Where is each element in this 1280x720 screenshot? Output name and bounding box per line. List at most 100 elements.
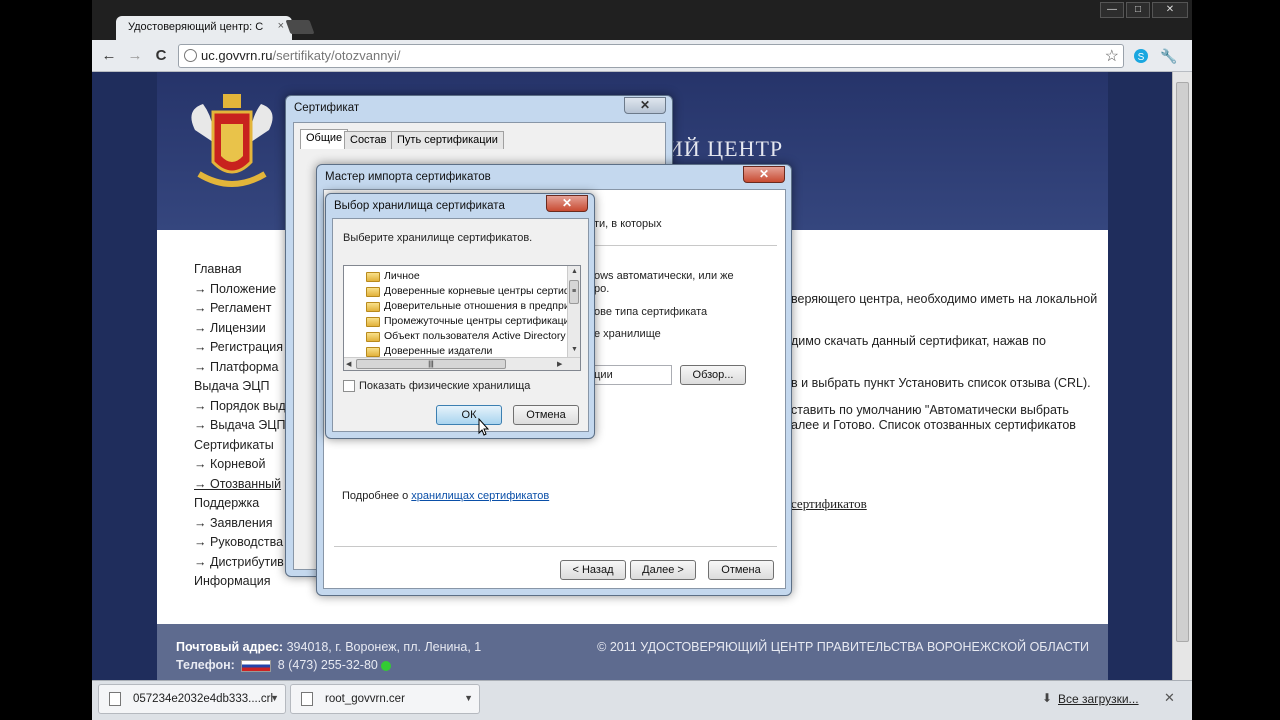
chevron-down-icon[interactable]: ▼ xyxy=(270,693,279,703)
nav-item[interactable]: Главная xyxy=(194,260,294,280)
tab-bar: Удостоверяющий центр: С × — □ ✕ xyxy=(92,0,1192,40)
all-downloads-link[interactable]: Все загрузки... xyxy=(1058,692,1139,706)
wizard-text: ows автоматически, или же xyxy=(594,270,734,282)
page-scrollbar-thumb[interactable] xyxy=(1176,82,1189,642)
nav-item[interactable]: Регламент xyxy=(194,299,294,319)
screen: Удостоверяющий центр: С × — □ ✕ ← → C uc… xyxy=(0,0,1280,720)
scroll-up-icon[interactable]: ▲ xyxy=(571,268,578,275)
wizard-text: е хранилище xyxy=(594,328,661,340)
more-info-text: Подробнее о хранилищах сертификатов xyxy=(342,490,549,502)
url-host: uc.govvrn.ru xyxy=(201,48,273,63)
scroll-down-icon[interactable]: ▼ xyxy=(571,346,578,353)
dialog-title: Сертификат xyxy=(294,102,360,114)
tree-horizontal-scrollbar[interactable]: ◀ ||| ▶ xyxy=(344,357,580,370)
store-field[interactable]: ации xyxy=(584,365,672,385)
content-line: в и выбрать пункт Установить список отзы… xyxy=(791,376,1091,390)
store-tree-item[interactable]: Объект пользователя Active Directory xyxy=(364,330,566,345)
content-line: ставить по умолчанию "Автоматически выбр… xyxy=(791,403,1069,417)
nav-item[interactable]: Порядок выд xyxy=(194,397,294,417)
star-icon[interactable]: ☆ xyxy=(1105,46,1119,66)
chevron-down-icon[interactable]: ▼ xyxy=(464,693,473,703)
nav-item[interactable]: Заявления xyxy=(194,514,294,534)
skype-icon[interactable]: S xyxy=(1132,48,1150,66)
nav-item[interactable]: Поддержка xyxy=(194,494,294,514)
close-icon[interactable]: ✕ xyxy=(546,195,588,212)
reload-icon[interactable]: C xyxy=(150,46,172,66)
store-tree-item-label: Объект пользователя Active Directory xyxy=(384,330,566,342)
nav-item[interactable]: Регистрация xyxy=(194,338,294,358)
store-tree-item[interactable]: Личное xyxy=(364,270,420,285)
russia-flag-icon xyxy=(241,659,272,672)
nav-item[interactable]: Сертификаты xyxy=(194,436,294,456)
download-arrow-icon: ⬇ xyxy=(1042,691,1053,705)
store-tree[interactable]: Личное Доверенные корневые центры сертиф Д… xyxy=(343,265,581,371)
close-icon[interactable]: ✕ xyxy=(743,166,785,183)
url-path: /sertifikaty/otozvannyi/ xyxy=(272,48,401,63)
address-label: Почтовый адрес: xyxy=(176,640,284,654)
dialog-title: Выбор хранилища сертификата xyxy=(334,200,505,212)
footer-address: Почтовый адрес: 394018, г. Воронеж, пл. … xyxy=(176,640,481,654)
nav-item[interactable]: Корневой xyxy=(194,455,294,475)
wizard-text: ове типа сертификата xyxy=(594,306,708,318)
nav-item[interactable]: Платформа xyxy=(194,358,294,378)
back-arrow-icon[interactable]: ← xyxy=(98,46,120,66)
phone-value[interactable]: 8 (473) 255-32-80 xyxy=(278,658,378,672)
address-bar[interactable]: uc.govvrn.ru/sertifikaty/otozvannyi/ ☆ xyxy=(178,44,1124,68)
ok-button[interactable]: ОК xyxy=(436,405,502,425)
nav-item[interactable]: Информация xyxy=(194,572,294,592)
nav-item[interactable]: Лицензии xyxy=(194,319,294,339)
nav-item[interactable]: Положение xyxy=(194,280,294,300)
coat-of-arms-logo xyxy=(185,90,279,200)
store-dialog-body: Выберите хранилище сертификатов. Личное Д… xyxy=(332,218,589,432)
divider xyxy=(334,546,777,547)
wizard-text: ро. xyxy=(594,283,610,295)
tab-details[interactable]: Состав xyxy=(344,131,393,149)
cancel-button[interactable]: Отмена xyxy=(708,560,774,580)
tree-hscroll-thumb[interactable]: ||| xyxy=(356,359,506,369)
wrench-icon[interactable]: 🔧 xyxy=(1160,48,1178,66)
scroll-right-icon[interactable]: ▶ xyxy=(557,360,562,368)
close-downloads-icon[interactable]: ✕ xyxy=(1164,690,1175,706)
content-link[interactable]: сертификатов xyxy=(791,496,867,512)
forward-arrow-icon[interactable]: → xyxy=(124,46,146,66)
tab-cert-path[interactable]: Путь сертификации xyxy=(391,131,504,149)
tab-general[interactable]: Общие xyxy=(300,129,349,149)
nav-item[interactable]: Выдача ЭЦП xyxy=(194,416,294,436)
cancel-button[interactable]: Отмена xyxy=(513,405,579,425)
nav-item[interactable]: Руководства xyxy=(194,533,294,553)
download-item[interactable]: 057234e2032e4db333....crl ▼ xyxy=(98,684,286,714)
file-icon xyxy=(109,692,121,706)
browser-tab[interactable]: Удостоверяющий центр: С × xyxy=(116,16,292,40)
nav-item[interactable]: Отозванный xyxy=(194,475,294,495)
store-tree-item[interactable]: Промежуточные центры сертификаци xyxy=(364,315,570,330)
cert-stores-link[interactable]: хранилищах сертификатов xyxy=(411,490,549,502)
tab-title: Удостоверяющий центр: С xyxy=(128,21,264,33)
scroll-left-icon[interactable]: ◀ xyxy=(346,360,351,368)
maximize-button[interactable]: □ xyxy=(1126,2,1150,18)
nav-item[interactable]: Выдача ЭЦП xyxy=(194,377,294,397)
minimize-button[interactable]: — xyxy=(1100,2,1124,18)
download-item[interactable]: root_govvrn.cer ▼ xyxy=(290,684,480,714)
back-button[interactable]: < Назад xyxy=(560,560,626,580)
store-prompt: Выберите хранилище сертификатов. xyxy=(343,232,533,244)
tree-vscroll-thumb[interactable]: ≡ xyxy=(569,280,579,304)
store-tree-item[interactable]: Доверенные корневые центры сертиф xyxy=(364,285,573,300)
tree-vertical-scrollbar[interactable]: ▲ ≡ ▼ xyxy=(567,266,580,358)
tab-close-icon[interactable]: × xyxy=(278,20,284,32)
site-nav: ГлавнаяПоложениеРегламентЛицензииРегистр… xyxy=(194,260,294,592)
next-button[interactable]: Далее > xyxy=(630,560,696,580)
show-physical-checkbox[interactable] xyxy=(343,380,355,392)
phone-label: Телефон: xyxy=(176,658,235,672)
nav-item[interactable]: Дистрибутив xyxy=(194,553,294,573)
store-tree-item-label: Доверительные отношения в предпри xyxy=(384,300,570,312)
svg-text:S: S xyxy=(1138,52,1145,63)
browse-button[interactable]: Обзор... xyxy=(680,365,746,385)
store-tree-item[interactable]: Доверительные отношения в предпри xyxy=(364,300,570,315)
close-window-button[interactable]: ✕ xyxy=(1152,2,1188,18)
checkbox-label: Показать физические хранилища xyxy=(359,380,531,392)
close-icon[interactable]: ✕ xyxy=(624,97,666,114)
page-scrollbar[interactable] xyxy=(1172,72,1192,680)
new-tab-button[interactable] xyxy=(285,20,315,34)
browser-toolbar: ← → C uc.govvrn.ru/sertifikaty/otozvanny… xyxy=(92,40,1192,72)
more-info-prefix: Подробнее о xyxy=(342,490,412,502)
